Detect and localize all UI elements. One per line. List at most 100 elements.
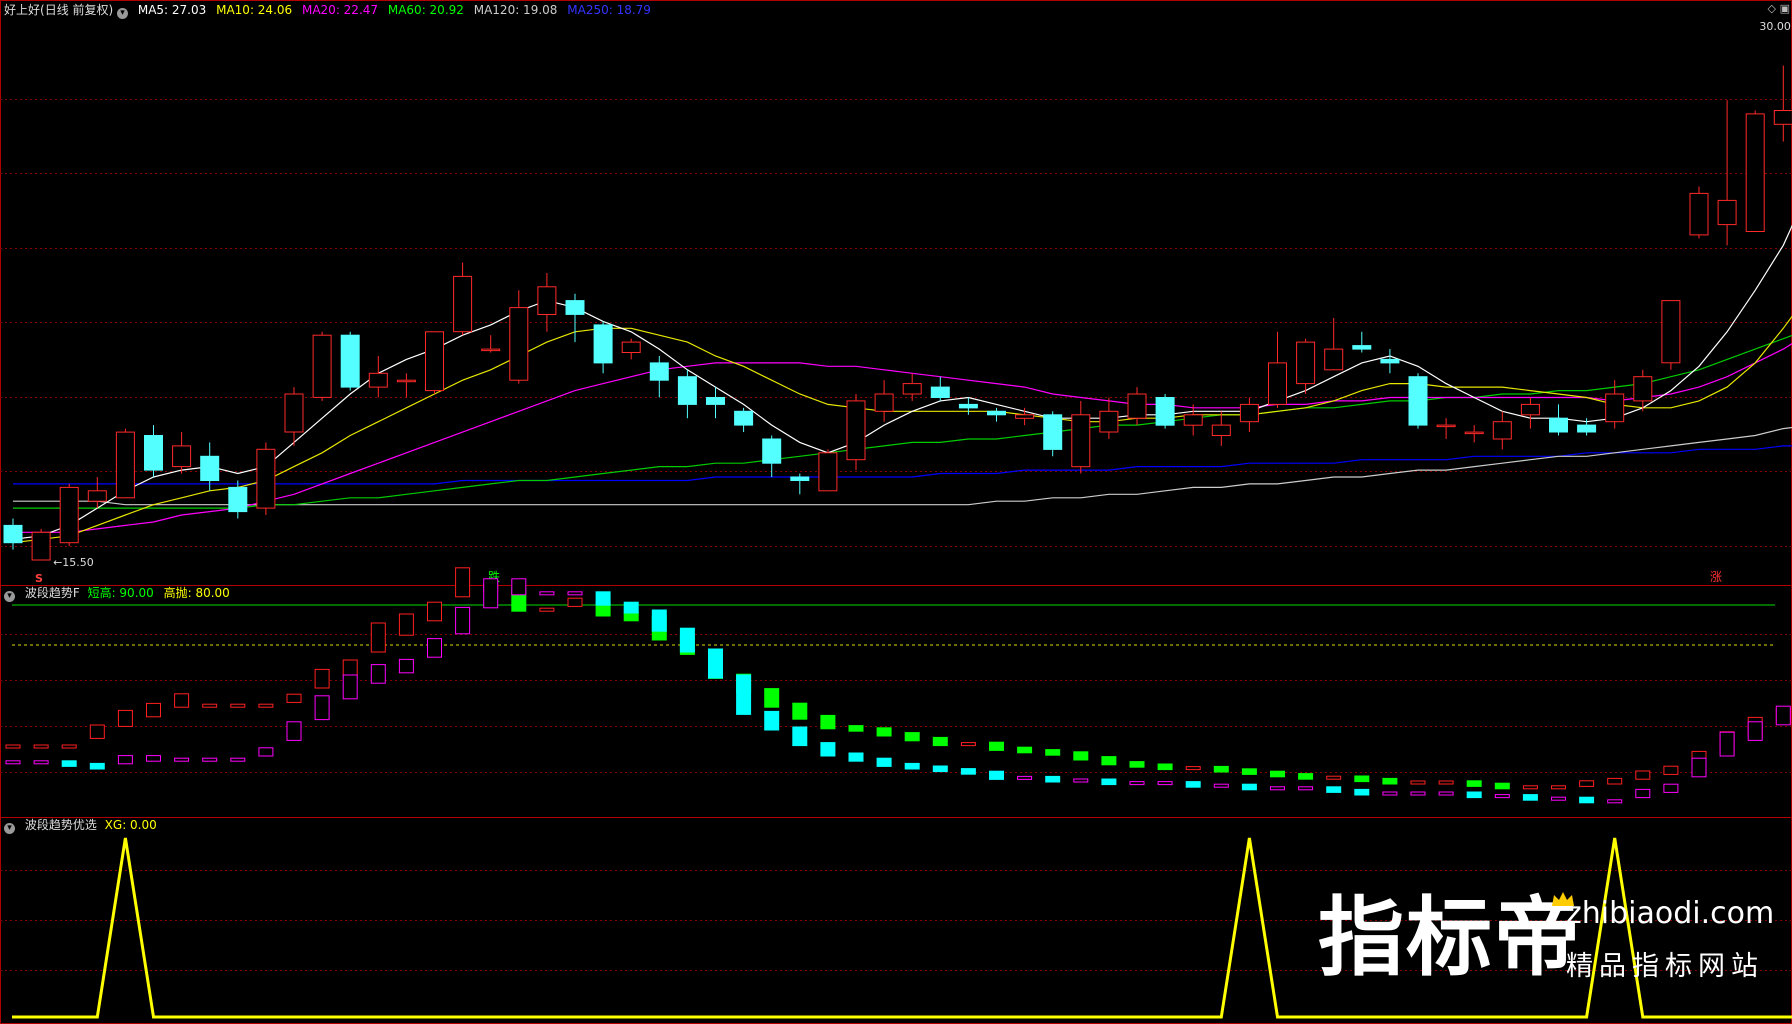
indicator1-bar-upper	[230, 703, 246, 708]
candle[interactable]	[734, 407, 754, 433]
candle[interactable]	[790, 473, 810, 495]
candle[interactable]	[1633, 369, 1653, 412]
indicator1-bar-upper	[117, 709, 133, 727]
indicator1-bar-lower	[202, 757, 218, 762]
candle[interactable]	[3, 518, 23, 550]
indicator2-name: 波段趋势优选	[24, 818, 97, 832]
candle[interactable]	[902, 373, 922, 401]
candle[interactable]	[649, 355, 669, 398]
indicator1-bar-lower	[1522, 794, 1538, 801]
candle[interactable]	[115, 428, 135, 499]
indicator1-bar-lower	[539, 591, 555, 596]
diamond-icon[interactable]: ◇	[1768, 2, 1776, 15]
candle[interactable]	[144, 425, 163, 478]
candle[interactable]	[396, 373, 416, 398]
indicator1-bar-lower	[1298, 786, 1314, 791]
candle[interactable]	[818, 449, 838, 492]
candle[interactable]	[368, 355, 388, 398]
candle[interactable]	[593, 321, 613, 374]
candle[interactable]	[509, 290, 529, 384]
candle[interactable]	[621, 338, 641, 360]
ma60-label: MA60: 20.92	[387, 3, 464, 17]
candle[interactable]	[1436, 418, 1456, 439]
candle[interactable]	[1380, 349, 1400, 374]
indicator1-bar-upper	[1635, 770, 1651, 780]
indicator1-toggle-icon[interactable]: ▾	[4, 591, 15, 602]
indicator1-bar-upper	[1410, 780, 1426, 785]
candle[interactable]	[1239, 397, 1259, 433]
candle[interactable]	[987, 407, 1006, 422]
indicator1-bar-lower	[764, 710, 780, 731]
candle[interactable]	[256, 442, 276, 516]
candle[interactable]	[930, 376, 950, 401]
candle[interactable]	[1211, 411, 1231, 446]
candle[interactable]	[453, 262, 473, 336]
candle[interactable]	[677, 369, 697, 419]
indicator1-bar-lower	[1073, 778, 1089, 783]
candle[interactable]	[1773, 65, 1792, 142]
indicator1-bar-lower	[1382, 791, 1398, 796]
indicator1-bar-upper	[398, 613, 414, 636]
candle[interactable]	[1183, 404, 1203, 436]
watermark: 指标帝 zhibiaodi.com 精品指标网站	[1318, 888, 1778, 998]
candle[interactable]	[31, 528, 51, 561]
indicator1-bar-lower	[932, 765, 948, 773]
candle[interactable]	[1689, 186, 1709, 239]
candle[interactable]	[425, 331, 444, 395]
candle[interactable]	[1717, 100, 1737, 246]
indicator1-bar-upper	[1382, 777, 1398, 785]
indicator1-bar-lower	[679, 627, 695, 653]
indicator1-bar-lower	[511, 578, 527, 596]
ma10-label: MA10: 24.06	[216, 3, 293, 17]
indicator1-bar-upper	[1101, 756, 1117, 766]
candle[interactable]	[1155, 394, 1175, 429]
candle[interactable]	[481, 335, 501, 353]
main-toggle-icon[interactable]: ▾	[117, 8, 129, 19]
candle[interactable]	[172, 432, 192, 474]
candle[interactable]	[565, 293, 585, 343]
indicator1-bar-lower	[33, 760, 49, 765]
indicator1-bar-lower	[989, 770, 1004, 780]
indicator1-bar-upper	[764, 688, 780, 708]
candle[interactable]	[1549, 404, 1568, 436]
candle[interactable]	[340, 331, 360, 391]
indicator2-toggle-icon[interactable]: ▾	[4, 823, 15, 834]
indicator1-bar-lower	[342, 674, 358, 700]
ma-line-ma60	[13, 334, 1792, 509]
candle[interactable]	[1520, 397, 1540, 429]
candle[interactable]	[87, 477, 107, 509]
candle[interactable]	[59, 483, 79, 547]
candle[interactable]	[1408, 373, 1428, 429]
candle[interactable]	[762, 435, 782, 478]
candle[interactable]	[1492, 411, 1512, 450]
candle[interactable]	[958, 397, 978, 415]
indicator1-bar-lower	[1551, 796, 1566, 801]
indicator1-bar-lower	[820, 742, 836, 757]
indicator1-bar-upper	[258, 703, 274, 708]
candle[interactable]	[1071, 400, 1091, 474]
candle[interactable]	[874, 380, 894, 422]
indicator1-bar-lower	[1017, 775, 1033, 780]
high-price-label: 30.00	[1759, 20, 1791, 33]
candle[interactable]	[1268, 331, 1287, 408]
candle[interactable]	[1352, 331, 1372, 353]
candle[interactable]	[1043, 411, 1063, 457]
candle[interactable]	[312, 331, 332, 401]
window-icon[interactable]: ▣	[1780, 2, 1790, 15]
chart-canvas[interactable]: 30.00←15.50S 跌涨	[0, 0, 1792, 1024]
ma120-label: MA120: 19.08	[473, 3, 558, 17]
candle[interactable]	[1099, 397, 1119, 439]
candle[interactable]	[1324, 317, 1344, 371]
candle[interactable]	[1745, 110, 1765, 232]
indicator1-bar-lower	[1213, 783, 1229, 788]
indicator1-bar-lower	[1354, 788, 1370, 796]
indicator1-bar-lower	[455, 606, 471, 635]
candle[interactable]	[1296, 338, 1316, 395]
candle[interactable]	[1464, 425, 1484, 443]
candle[interactable]	[1661, 300, 1681, 370]
candle[interactable]	[706, 387, 725, 419]
indicator1-bar-upper	[1157, 763, 1173, 771]
candle[interactable]	[1015, 407, 1035, 426]
indicator1-line1-label: 短高: 90.00	[87, 586, 154, 600]
candle[interactable]	[846, 394, 866, 471]
